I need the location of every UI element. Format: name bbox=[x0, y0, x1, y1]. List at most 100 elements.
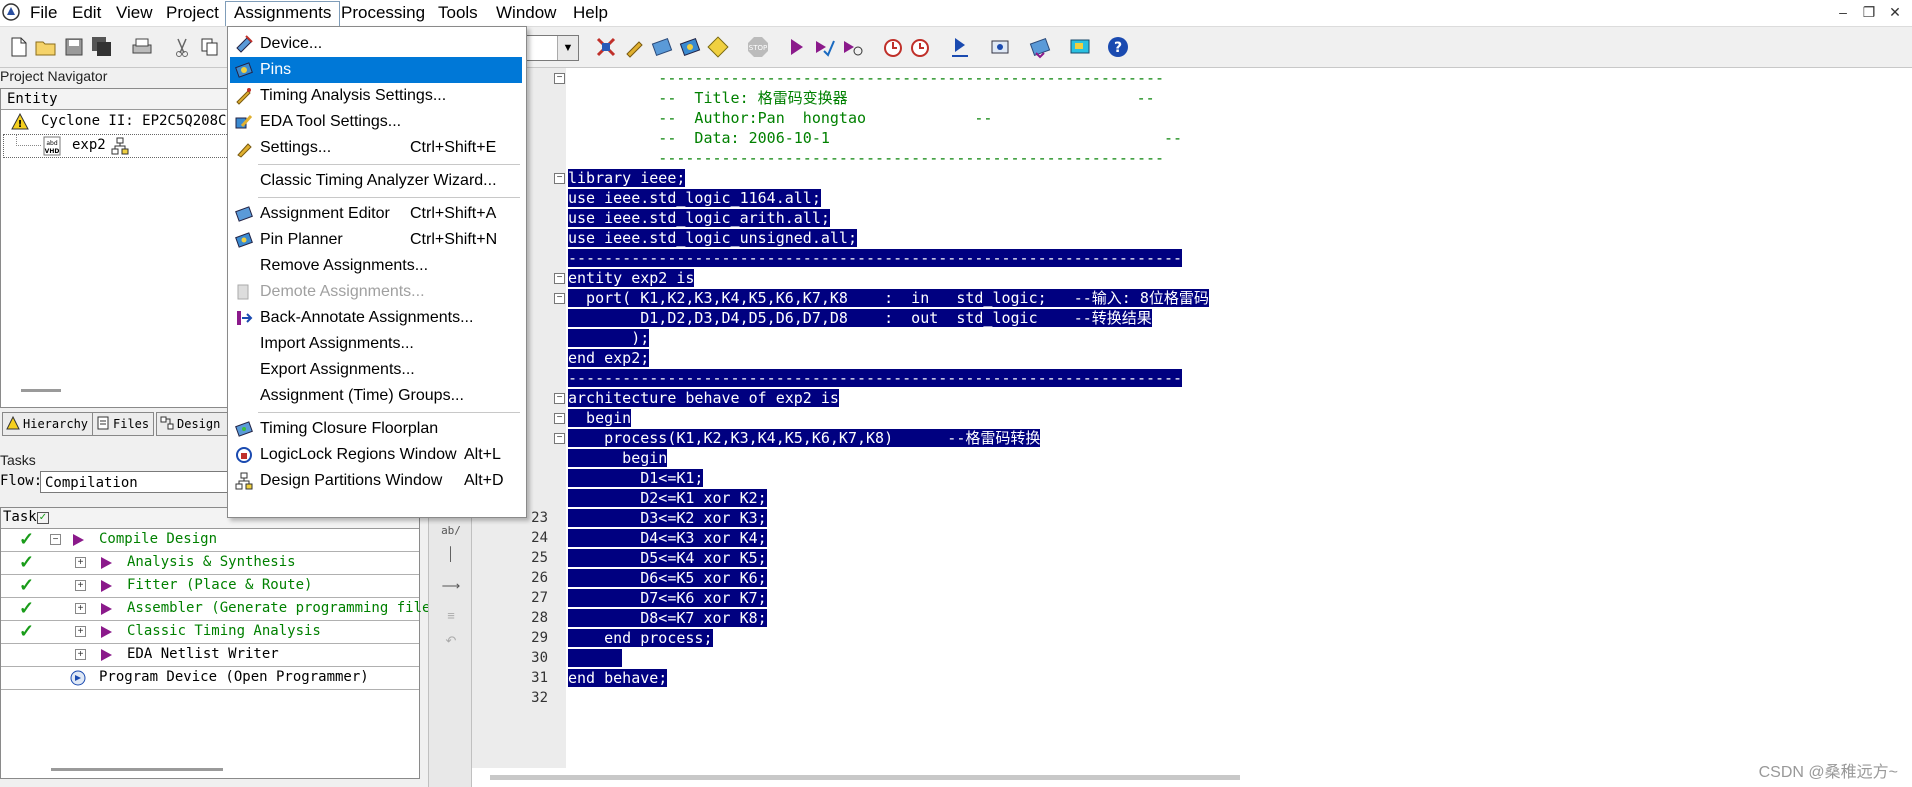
stop-icon[interactable]: STOP bbox=[744, 33, 772, 61]
menu-edit[interactable]: Edit bbox=[64, 1, 109, 25]
code-line[interactable]: D6<=K5 xor K6; bbox=[568, 568, 767, 588]
minimize-icon[interactable]: – bbox=[1832, 2, 1854, 24]
play-icon[interactable] bbox=[101, 580, 112, 592]
menu-assignments[interactable]: Assignments bbox=[225, 1, 341, 26]
menu-item-assignment-time-groups[interactable]: Assignment (Time) Groups... bbox=[230, 383, 522, 409]
code-line[interactable]: -- Data: 2006-10-1 -- bbox=[568, 128, 1182, 148]
collapse-icon[interactable]: − bbox=[50, 534, 61, 545]
timing-analyzer-icon[interactable] bbox=[878, 33, 906, 61]
expand-icon[interactable]: + bbox=[75, 626, 86, 637]
tab-hierarchy[interactable]: Hierarchy bbox=[2, 412, 94, 436]
code-line[interactable]: D7<=K6 xor K7; bbox=[568, 588, 767, 608]
menu-item-timing-analysis-settings[interactable]: Timing Analysis Settings... bbox=[230, 83, 522, 109]
fold-toggle-icon[interactable]: − bbox=[554, 293, 565, 304]
code-line[interactable]: architecture behave of exp2 is bbox=[568, 388, 839, 408]
copy-icon[interactable] bbox=[196, 33, 224, 61]
menu-help[interactable]: Help bbox=[565, 1, 616, 25]
code-line[interactable]: begin bbox=[568, 448, 668, 468]
analysis-icon[interactable] bbox=[810, 33, 838, 61]
ab-tool-label[interactable]: ab/ bbox=[441, 524, 461, 544]
code-line[interactable]: D3<=K2 xor K3; bbox=[568, 508, 767, 528]
play-icon[interactable] bbox=[73, 534, 84, 546]
code-line[interactable]: use ieee.std_logic_1164.all; bbox=[568, 188, 821, 208]
fold-toggle-icon[interactable]: − bbox=[554, 393, 565, 404]
code-line[interactable]: end process; bbox=[568, 628, 713, 648]
fold-toggle-icon[interactable]: − bbox=[554, 433, 565, 444]
code-line[interactable]: D4<=K3 xor K4; bbox=[568, 528, 767, 548]
code-line[interactable]: ); bbox=[568, 328, 650, 348]
code-line[interactable]: end behave; bbox=[568, 668, 668, 688]
task-row[interactable]: ✓ + Fitter (Place & Route) bbox=[1, 575, 419, 598]
code-line[interactable]: end exp2; bbox=[568, 348, 650, 368]
expand-icon[interactable]: + bbox=[75, 649, 86, 660]
task-row[interactable]: Program Device (Open Programmer) bbox=[1, 667, 419, 690]
fold-toggle-icon[interactable]: − bbox=[554, 173, 565, 184]
play-icon[interactable] bbox=[101, 649, 112, 661]
menu-view[interactable]: View bbox=[108, 1, 161, 25]
simulator-icon[interactable] bbox=[946, 33, 974, 61]
menu-item-pin-planner[interactable]: Pin Planner Ctrl+Shift+N bbox=[230, 227, 522, 253]
chevron-down-icon[interactable]: ▼ bbox=[557, 36, 578, 60]
menu-item-timing-closure-floorplan[interactable]: Timing Closure Floorplan bbox=[230, 416, 522, 442]
toolbar-combobox[interactable]: ▼ bbox=[525, 35, 579, 61]
menu-window[interactable]: Window bbox=[488, 1, 564, 25]
cut-icon[interactable] bbox=[168, 33, 196, 61]
start-compilation-icon[interactable] bbox=[782, 33, 810, 61]
code-line[interactable]: ----------------------------------------… bbox=[568, 368, 1183, 388]
nav-scroll-thumb[interactable] bbox=[21, 389, 61, 392]
save-icon[interactable] bbox=[60, 33, 88, 61]
code-line[interactable]: ----------------------------------------… bbox=[568, 68, 1164, 88]
menu-item-pins[interactable]: Pins bbox=[230, 57, 522, 83]
play-icon[interactable] bbox=[101, 557, 112, 569]
menu-item-export-assignments[interactable]: Export Assignments... bbox=[230, 357, 522, 383]
menu-tools[interactable]: Tools bbox=[430, 1, 486, 25]
help-icon[interactable]: ? bbox=[1104, 33, 1132, 61]
new-file-icon[interactable] bbox=[4, 33, 32, 61]
code-line[interactable]: -- Author:Pan hongtao -- bbox=[568, 108, 992, 128]
fold-toggle-icon[interactable]: − bbox=[554, 73, 565, 84]
code-line[interactable]: process(K1,K2,K3,K4,K5,K6,K7,K8) --格雷码转换 bbox=[568, 428, 1041, 448]
assignment-icon[interactable] bbox=[648, 33, 676, 61]
fitter-icon[interactable] bbox=[838, 33, 866, 61]
menu-item-import-assignments[interactable]: Import Assignments... bbox=[230, 331, 522, 357]
menu-processing[interactable]: Processing bbox=[333, 1, 433, 25]
expand-icon[interactable]: + bbox=[75, 580, 86, 591]
indent-icon[interactable]: ≡ bbox=[441, 608, 461, 628]
menu-item-back-annotate-assignments[interactable]: Back-Annotate Assignments... bbox=[230, 305, 522, 331]
menu-file[interactable]: File bbox=[22, 1, 65, 25]
checkbox-icon[interactable]: ✓ bbox=[37, 512, 49, 524]
rtl-viewer-icon[interactable] bbox=[1026, 33, 1054, 61]
tab-files[interactable]: Files bbox=[92, 412, 155, 436]
menu-item-logiclock-regions-window[interactable]: LogicLock Regions Window Alt+L bbox=[230, 442, 522, 468]
programmer-icon[interactable] bbox=[986, 33, 1014, 61]
code-line[interactable]: -- Title: 格雷码变换器 -- bbox=[568, 88, 1154, 108]
arrow-right-icon[interactable]: ⟶ bbox=[441, 578, 461, 598]
menu-item-remove-assignments[interactable]: Remove Assignments... bbox=[230, 253, 522, 279]
code-line[interactable]: D5<=K4 xor K5; bbox=[568, 548, 767, 568]
text-cursor-icon[interactable]: │ bbox=[441, 546, 461, 566]
editor-hscroll-thumb[interactable] bbox=[490, 775, 1240, 780]
menu-item-assignment-editor[interactable]: Assignment Editor Ctrl+Shift+A bbox=[230, 201, 522, 227]
code-line[interactable]: use ieee.std_logic_unsigned.all; bbox=[568, 228, 857, 248]
code-line[interactable]: ----------------------------------------… bbox=[568, 148, 1164, 168]
save-all-icon[interactable] bbox=[88, 33, 116, 61]
fold-toggle-icon[interactable]: − bbox=[554, 273, 565, 284]
code-editor[interactable]: 23 24 25 26 27 28 29 30 31 32 -------------------… bbox=[472, 68, 1912, 787]
code-line[interactable]: ----------------------------------------… bbox=[568, 248, 1183, 268]
task-row[interactable]: + EDA Netlist Writer bbox=[1, 644, 419, 667]
play-icon[interactable] bbox=[101, 603, 112, 615]
play-icon[interactable] bbox=[101, 626, 112, 638]
fold-toggle-icon[interactable]: − bbox=[554, 413, 565, 424]
expand-icon[interactable]: + bbox=[75, 557, 86, 568]
task-row[interactable]: ✓ + Classic Timing Analysis bbox=[1, 621, 419, 644]
menu-item-classic-timing-analyzer-wizard[interactable]: Classic Timing Analyzer Wizard... bbox=[230, 168, 522, 194]
compile-stop-icon[interactable] bbox=[592, 33, 620, 61]
menu-item-design-partitions-window[interactable]: Design Partitions Window Alt+D bbox=[230, 468, 522, 494]
code-line[interactable]: D1<=K1; bbox=[568, 468, 704, 488]
menu-item-eda-tool-settings[interactable]: EDA Tool Settings... bbox=[230, 109, 522, 135]
task-row[interactable]: ✓ + Assembler (Generate programming file… bbox=[1, 598, 447, 621]
pins-toolbar-icon[interactable] bbox=[676, 33, 704, 61]
timing-wizard-icon[interactable] bbox=[906, 33, 934, 61]
undo-icon[interactable]: ↶ bbox=[441, 633, 461, 653]
chip-editor-icon[interactable] bbox=[1066, 33, 1094, 61]
